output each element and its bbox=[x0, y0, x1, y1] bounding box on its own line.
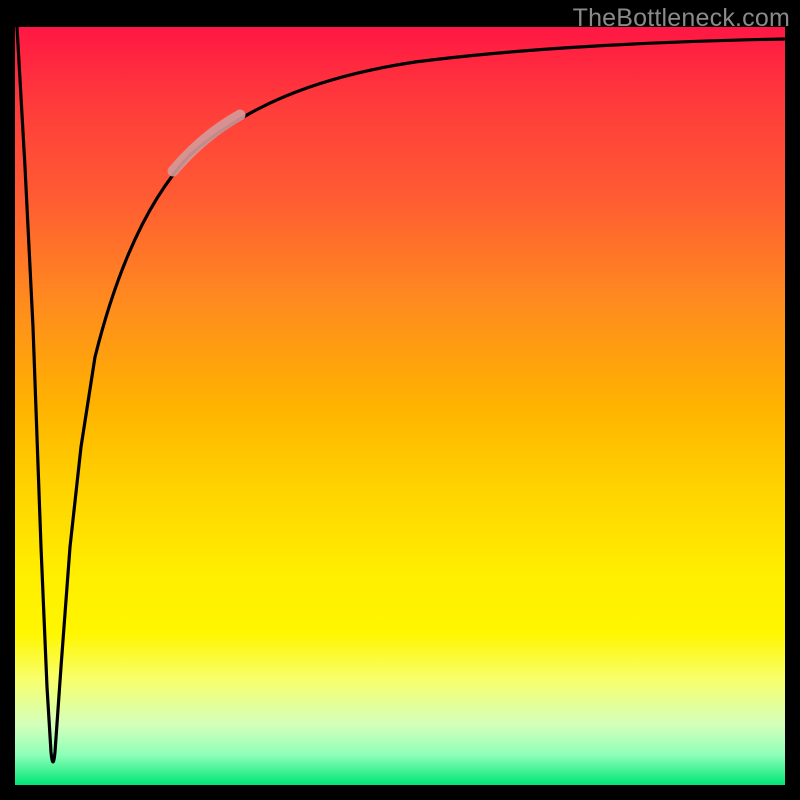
plot-area bbox=[15, 27, 785, 785]
watermark-text: TheBottleneck.com bbox=[573, 4, 790, 33]
chart-frame: TheBottleneck.com bbox=[0, 0, 800, 800]
